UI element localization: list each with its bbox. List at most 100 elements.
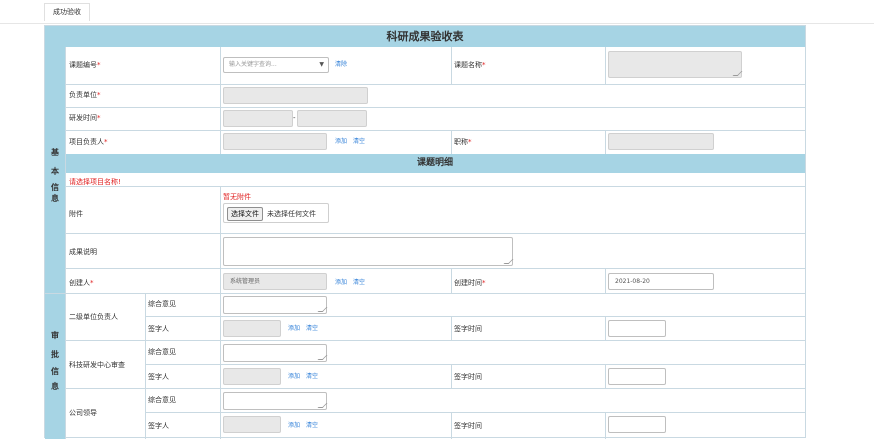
col-divider [451, 316, 452, 340]
approval-3-sign-time-field[interactable] [608, 416, 666, 433]
approval-2-clear-link[interactable]: 清空 [306, 372, 318, 382]
approval-1-name: 二级单位负责人 [69, 313, 118, 321]
create-time-field[interactable]: 2021-08-20 [608, 273, 714, 290]
col-divider [220, 47, 221, 154]
no-attachment-text: 暂无附件 [223, 193, 251, 201]
section-divider [45, 293, 805, 294]
unit-field[interactable] [223, 87, 368, 104]
attachment-label: 附件 [69, 210, 83, 218]
col-divider [605, 268, 606, 293]
approval-2-add-link[interactable]: 添加 [288, 372, 300, 382]
col-divider [145, 293, 146, 439]
col-divider [605, 47, 606, 84]
select-project-hint: 请选择项目名称! [69, 178, 121, 186]
approval-3-add-link[interactable]: 添加 [288, 421, 300, 431]
result-desc-textarea[interactable] [223, 237, 514, 266]
row-divider [65, 107, 805, 108]
leader-field[interactable] [223, 133, 327, 150]
subject-no-clear-link[interactable]: 清除 [335, 60, 347, 70]
creator-label: 创建人* [69, 279, 94, 287]
resize-grip-icon [317, 355, 328, 360]
form-title: 科研成果验收表 [45, 26, 805, 47]
subject-no-select[interactable]: 输入关键字查询... ▼ [223, 57, 329, 73]
create-time-label: 创建时间* [454, 279, 486, 287]
col-divider [605, 316, 606, 340]
col-divider [605, 412, 606, 439]
approval-1-signer-label: 签字人 [148, 325, 169, 333]
file-input-box [223, 203, 329, 223]
row-divider [145, 316, 805, 317]
row-divider [65, 340, 805, 341]
approval-1-sign-time-label: 签字时间 [454, 325, 482, 333]
approval-1-add-link[interactable]: 添加 [288, 324, 300, 334]
col-divider [605, 130, 606, 154]
row-divider [145, 364, 805, 365]
resize-grip-icon [317, 307, 328, 312]
approval-1-clear-link[interactable]: 清空 [306, 324, 318, 334]
col-divider [451, 130, 452, 154]
section-basic-char-1: 基 [51, 147, 59, 157]
title-label: 职称* [454, 138, 472, 146]
approval-3-sign-time-label: 签字时间 [454, 422, 482, 430]
creator-add-link[interactable]: 添加 [335, 278, 347, 288]
approval-1-opinion-textarea[interactable] [223, 296, 328, 314]
approval-3-signer-label: 签字人 [148, 422, 169, 430]
section-basic-char-4: 息 [51, 193, 59, 203]
section-approval-char-1: 审 [51, 330, 59, 340]
dev-time-start-field[interactable] [223, 110, 293, 127]
approval-2-sign-time-field[interactable] [608, 368, 666, 385]
unit-label: 负责单位* [69, 91, 101, 99]
row-divider [65, 268, 805, 269]
subject-no-placeholder: 输入关键字查询... [229, 61, 277, 68]
title-field[interactable] [608, 133, 714, 150]
col-divider [220, 186, 221, 293]
col-divider [65, 47, 66, 293]
resize-grip-icon [732, 71, 743, 76]
approval-3-name: 公司领导 [69, 409, 97, 417]
approval-2-sign-time-label: 签字时间 [454, 373, 482, 381]
dev-time-end-field[interactable] [297, 110, 367, 127]
approval-3-opinion-textarea[interactable] [223, 392, 328, 410]
row-divider [65, 388, 805, 389]
resize-grip-icon [317, 403, 328, 408]
details-title: 课题明细 [65, 154, 805, 173]
approval-3-opinion-label: 综合意见 [148, 396, 176, 404]
col-divider [451, 47, 452, 84]
row-divider [65, 84, 805, 85]
acceptance-form: 科研成果验收表 基 本 信 息 审 批 信 息 课题明细 课题编号* 输入关键字… [44, 25, 806, 439]
leader-add-link[interactable]: 添加 [335, 137, 347, 147]
resize-grip-icon [503, 259, 514, 264]
col-divider [220, 293, 221, 439]
dev-time-label: 研发时间* [69, 114, 101, 122]
subject-name-textarea[interactable] [608, 51, 743, 78]
approval-1-opinion-label: 综合意见 [148, 300, 176, 308]
result-desc-label: 成果说明 [69, 248, 97, 256]
col-divider [451, 412, 452, 439]
creator-field[interactable]: 系统管理员 [223, 273, 327, 290]
approval-2-opinion-textarea[interactable] [223, 344, 328, 362]
section-approval-char-4: 息 [51, 381, 59, 391]
approval-1-sign-time-field[interactable] [608, 320, 666, 337]
approval-2-opinion-label: 综合意见 [148, 348, 176, 356]
col-divider [451, 268, 452, 293]
row-divider [65, 130, 805, 131]
leader-clear-link[interactable]: 清空 [353, 137, 365, 147]
tab-acceptance[interactable]: 成功验收 [44, 3, 90, 21]
subject-name-label: 课题名称* [454, 61, 486, 69]
chevron-down-icon: ▼ [319, 61, 324, 68]
approval-2-signer-field[interactable] [223, 368, 281, 385]
tab-bar: 成功验收 [0, 0, 874, 24]
row-divider [65, 233, 805, 234]
col-divider [451, 364, 452, 388]
creator-clear-link[interactable]: 清空 [353, 278, 365, 288]
approval-2-signer-label: 签字人 [148, 373, 169, 381]
leader-label: 项目负责人* [69, 138, 108, 146]
approval-3-clear-link[interactable]: 清空 [306, 421, 318, 431]
row-divider [145, 412, 805, 413]
row-divider [65, 186, 805, 187]
approval-2-name: 科技研发中心审查 [69, 361, 125, 369]
approval-1-signer-field[interactable] [223, 320, 281, 337]
subject-no-label: 课题编号* [69, 61, 101, 69]
col-divider [65, 293, 66, 439]
approval-3-signer-field[interactable] [223, 416, 281, 433]
